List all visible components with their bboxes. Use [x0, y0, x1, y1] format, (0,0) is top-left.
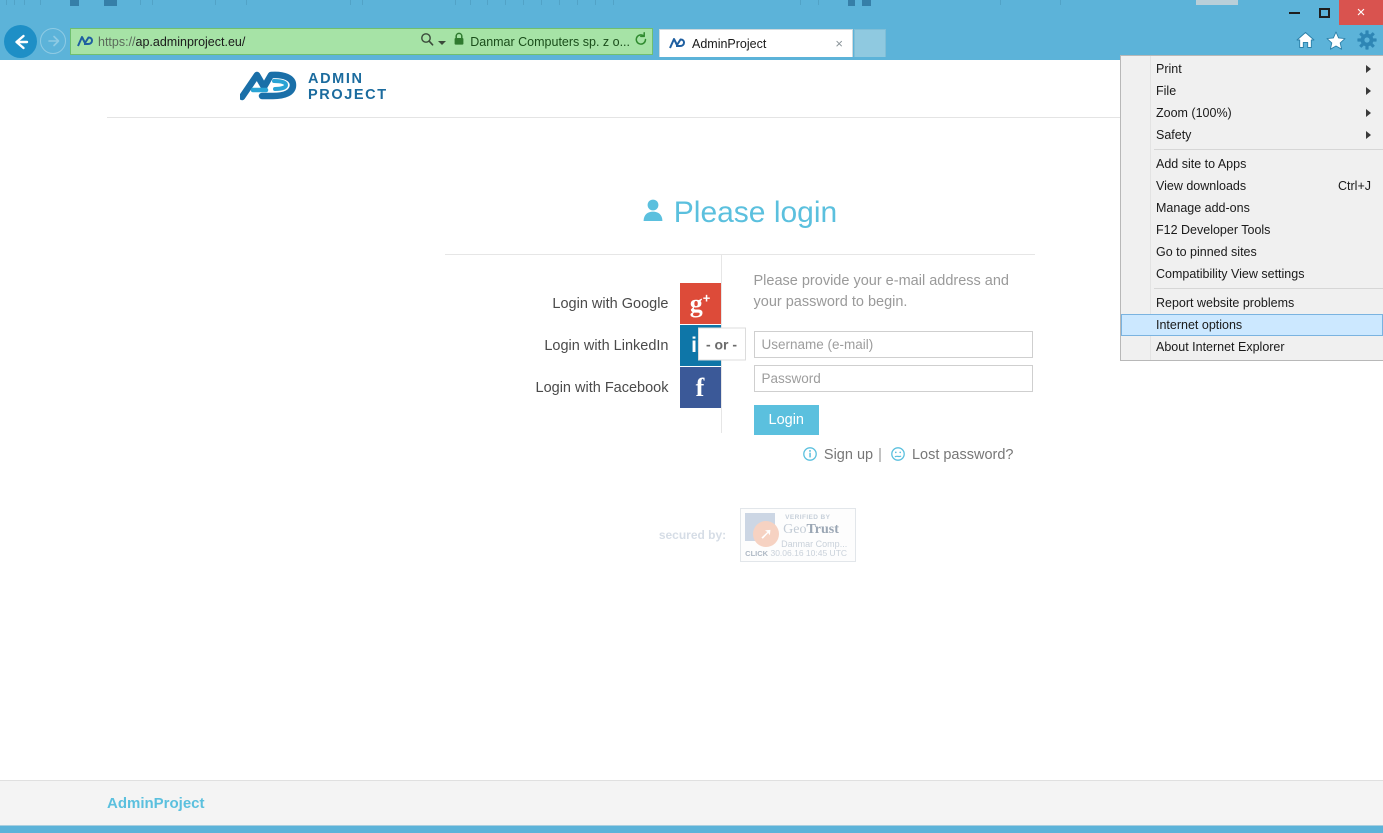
- menu-item-f12-developer-tools[interactable]: F12 Developer Tools: [1121, 219, 1383, 241]
- confused-face-icon: [887, 447, 909, 465]
- social-login-linkedin-label: Login with LinkedIn: [544, 337, 669, 354]
- site-footer: AdminProject: [0, 780, 1383, 825]
- form-intro-text: Please provide your e-mail address and y…: [753, 273, 1010, 311]
- menu-item-zoom[interactable]: Zoom (100%): [1121, 102, 1383, 124]
- menu-separator: [1154, 149, 1383, 150]
- ie-tools-menu: Print File Zoom (100%) Safety Add site t…: [1120, 55, 1383, 361]
- info-circle-icon: [803, 447, 821, 465]
- menu-item-add-site-to-apps[interactable]: Add site to Apps: [1121, 153, 1383, 175]
- lock-icon: [453, 32, 465, 51]
- window-controls: ×: [1279, 0, 1383, 25]
- menu-item-report-website-problems[interactable]: Report website problems: [1121, 292, 1383, 314]
- tab-title: AdminProject: [692, 36, 767, 51]
- forward-button[interactable]: [40, 28, 66, 54]
- search-dropdown-caret-icon[interactable]: [438, 40, 447, 45]
- certificate-organization-text: Danmar Computers sp. z o...: [470, 34, 630, 49]
- menu-item-manage-add-ons[interactable]: Manage add-ons: [1121, 197, 1383, 219]
- tab-favicon-icon: [668, 37, 685, 51]
- submenu-arrow-icon: [1366, 87, 1371, 95]
- or-separator-badge: - or -: [697, 327, 746, 361]
- login-button[interactable]: Login: [753, 405, 819, 436]
- new-tab-button[interactable]: [854, 29, 886, 57]
- ap-logo-mark-icon: [238, 69, 297, 108]
- page-title-text: Please login: [673, 196, 838, 229]
- refresh-icon[interactable]: [634, 31, 648, 52]
- social-login-facebook-label: Login with Facebook: [535, 379, 669, 396]
- address-bar[interactable]: https://ap.adminproject.eu/ Danmar Compu…: [70, 28, 653, 55]
- menu-item-internet-options[interactable]: Internet options: [1121, 314, 1383, 336]
- home-icon[interactable]: [1296, 31, 1315, 54]
- address-favicon-icon: [76, 35, 93, 49]
- auxiliary-links: Sign up | Lost password?: [445, 435, 1035, 465]
- site-logo[interactable]: ADMIN PROJECT: [238, 69, 404, 108]
- lost-password-link[interactable]: Lost password?: [912, 447, 1014, 463]
- submenu-arrow-icon: [1366, 131, 1371, 139]
- user-icon: [642, 198, 664, 228]
- window-top-strip: [0, 0, 1383, 7]
- tools-gear-icon[interactable]: [1357, 30, 1377, 55]
- submenu-arrow-icon: [1366, 109, 1371, 117]
- login-panel: Login with Google g+ Login with LinkedIn…: [349, 254, 1035, 563]
- google-plus-icon[interactable]: g+: [679, 283, 721, 324]
- address-url-text: https://ap.adminproject.eu/: [98, 34, 246, 49]
- facebook-icon[interactable]: f: [679, 367, 721, 408]
- minimize-button[interactable]: [1279, 0, 1309, 25]
- signup-link[interactable]: Sign up: [824, 447, 873, 463]
- menu-item-file[interactable]: File: [1121, 80, 1383, 102]
- secured-by-section: secured by: ➚ VERIFIED BY GeoTrust Danma…: [445, 508, 1035, 563]
- site-logo-wordmark: ADMIN PROJECT: [308, 70, 404, 107]
- submenu-arrow-icon: [1366, 65, 1371, 73]
- footer-brand: AdminProject: [107, 794, 205, 812]
- geotrust-verified-label: VERIFIED BY: [785, 514, 831, 522]
- browser-tab[interactable]: AdminProject ×: [659, 29, 853, 57]
- social-login-google[interactable]: Login with Google g+: [445, 283, 721, 324]
- menu-separator: [1154, 288, 1383, 289]
- username-input[interactable]: [753, 331, 1033, 359]
- password-input[interactable]: [753, 365, 1033, 393]
- geotrust-arrow-icon: ➚: [753, 521, 780, 548]
- bottom-accent-bar: [0, 825, 1383, 833]
- menu-item-compatibility-view-settings[interactable]: Compatibility View settings: [1121, 263, 1383, 285]
- credentials-form: Please provide your e-mail address and y…: [722, 255, 1035, 436]
- maximize-button[interactable]: [1309, 0, 1339, 25]
- login-row: Login with Google g+ Login with LinkedIn…: [444, 254, 1035, 436]
- menu-item-about-internet-explorer[interactable]: About Internet Explorer: [1121, 336, 1383, 358]
- secured-by-label: secured by:: [658, 528, 727, 543]
- menu-item-print[interactable]: Print: [1121, 58, 1383, 80]
- favorites-star-icon[interactable]: [1326, 31, 1346, 55]
- svg-text:ADMIN: ADMIN: [308, 71, 364, 87]
- social-login-google-label: Login with Google: [552, 295, 669, 312]
- geotrust-brand: GeoTrust: [783, 522, 839, 538]
- social-login-linkedin[interactable]: Login with LinkedIn in: [445, 325, 721, 366]
- browser-toolbar-icons: [1296, 30, 1377, 55]
- links-separator: |: [878, 447, 882, 464]
- menu-item-go-to-pinned-sites[interactable]: Go to pinned sites: [1121, 241, 1383, 263]
- close-button[interactable]: ×: [1339, 0, 1383, 25]
- menu-accelerator: Ctrl+J: [1338, 179, 1371, 193]
- search-icon[interactable]: [420, 32, 434, 51]
- back-button[interactable]: [4, 25, 37, 58]
- geotrust-seal[interactable]: ➚ VERIFIED BY GeoTrust Danmar Comp... CL…: [740, 508, 857, 563]
- svg-text:PROJECT: PROJECT: [308, 87, 388, 102]
- tab-close-icon[interactable]: ×: [832, 37, 846, 50]
- menu-item-safety[interactable]: Safety: [1121, 124, 1383, 146]
- browser-chrome: × https://ap.adminproject.eu/ Danmar Com…: [0, 0, 1383, 60]
- browser-window: × https://ap.adminproject.eu/ Danmar Com…: [0, 0, 1383, 833]
- social-login-facebook[interactable]: Login with Facebook f: [445, 367, 721, 408]
- site-header: ADMIN PROJECT: [107, 60, 1276, 118]
- menu-item-view-downloads[interactable]: View downloads Ctrl+J: [1121, 175, 1383, 197]
- social-login-column: Login with Google g+ Login with LinkedIn…: [445, 255, 746, 433]
- geotrust-timestamp: CLICK 30.06.16 10:45 UTC: [745, 548, 848, 559]
